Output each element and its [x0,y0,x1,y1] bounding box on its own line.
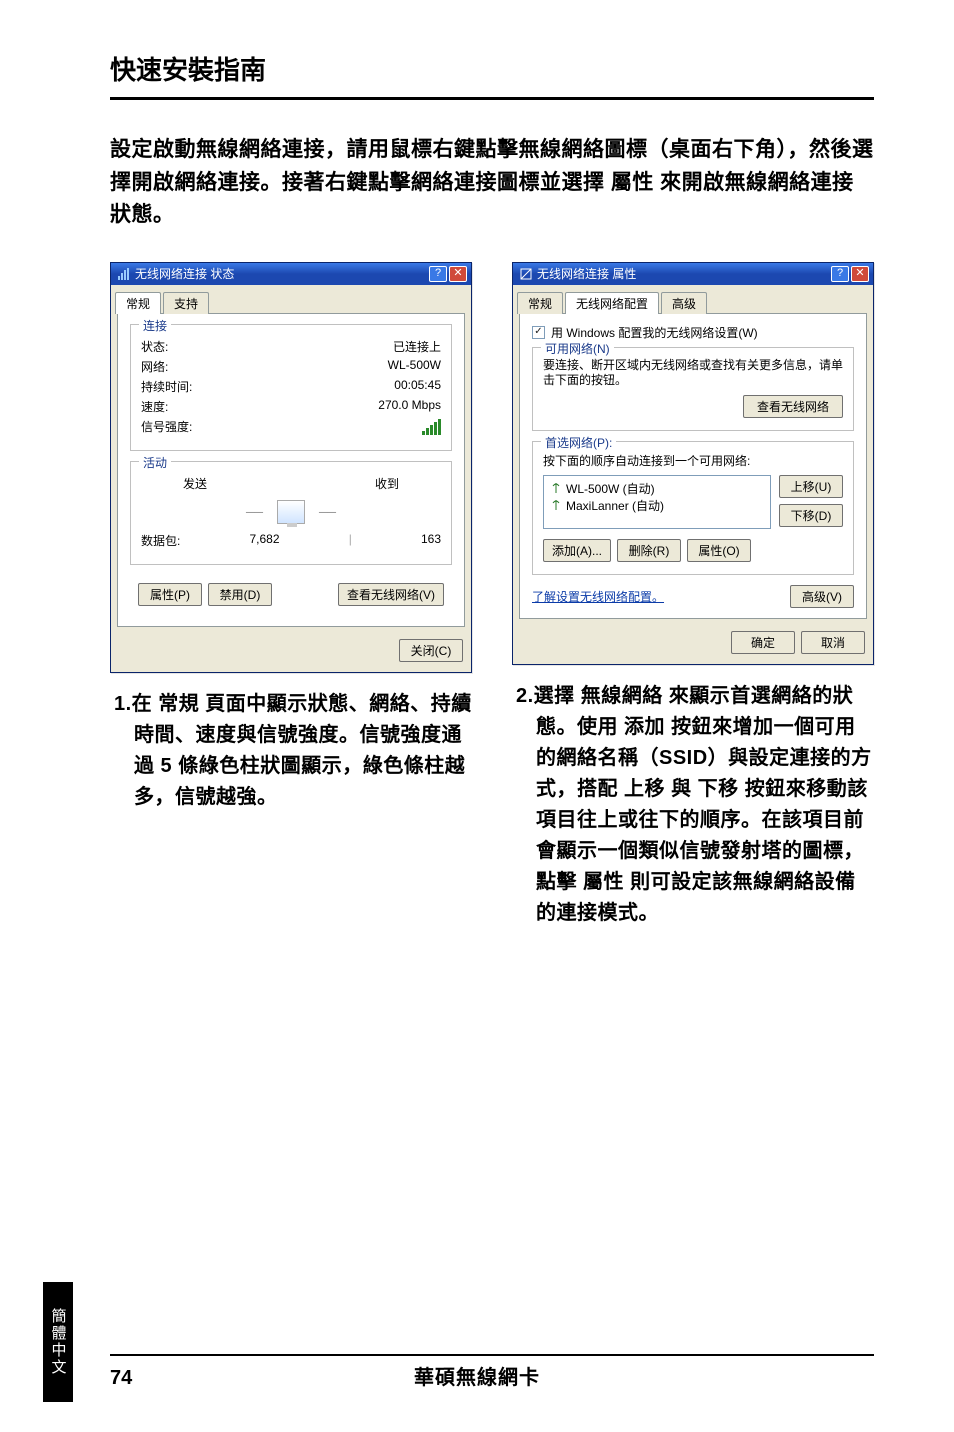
sent-arrow-icon: ── [246,505,263,519]
available-hint: 要连接、断开区域内无线网络或查找有关更多信息，请单击下面的按钮。 [543,358,843,389]
speed-value: 270.0 Mbps [378,398,441,415]
antenna-icon [550,499,562,511]
network-icon [519,267,533,281]
antenna-icon [550,482,562,494]
group-activity-title: 活动 [139,454,171,471]
intro-text: 設定啟動無線網絡連接，請用鼠標右鍵點擊無線網絡圖標（桌面右下角），然後選擇開啟網… [110,134,874,232]
signal-label: 信号强度: [141,418,192,435]
status-dialog: 无线网络连接 状态 ? ✕ 常规 支持 连接 状态:已连接上 网络:WL-500 [110,262,472,673]
tab-general[interactable]: 常规 [115,292,161,314]
close-icon[interactable]: ✕ [851,266,869,282]
left-caption: 1.在 常規 頁面中顯示狀態、網絡、持續時間、速度與信號強度。信號強度通過 5 … [130,689,472,813]
properties-button[interactable]: 属性(P) [138,583,202,606]
properties-dialog: 无线网络连接 属性 ? ✕ 常规 无线网络配置 高级 ✓ 用 Windows 配… [512,262,874,665]
tab-general[interactable]: 常规 [517,292,563,314]
speed-label: 速度: [141,398,168,415]
status-dialog-title: 无线网络连接 状态 [135,265,234,282]
group-connect-title: 连接 [139,317,171,334]
disable-button[interactable]: 禁用(D) [208,583,272,606]
list-item[interactable]: MaxiLanner (自动) [550,497,764,514]
group-available-title: 可用网络(N) [541,340,614,357]
page-title: 快速安裝指南 [110,50,874,87]
cancel-button[interactable]: 取消 [801,631,865,654]
recv-value: 163 [421,532,441,549]
move-down-button[interactable]: 下移(D) [779,504,843,527]
close-icon[interactable]: ✕ [449,266,467,282]
preferred-hint: 按下面的顺序自动连接到一个可用网络: [543,452,843,469]
sent-value: 7,682 [250,532,280,549]
add-button[interactable]: 添加(A)... [543,539,611,562]
footer-text: 華碩無線網卡 [0,1361,954,1390]
title-underline [110,97,874,100]
computer-icon [277,500,305,524]
duration-value: 00:05:45 [394,378,441,395]
help-button[interactable]: ? [831,266,849,282]
help-button[interactable]: ? [429,266,447,282]
learn-link[interactable]: 了解设置无线网络配置。 [532,588,664,605]
status-label: 状态: [141,338,168,355]
tab-wireless[interactable]: 无线网络配置 [565,292,659,314]
view-wireless-button[interactable]: 查看无线网络(V) [338,583,444,606]
network-item-2: MaxiLanner (自动) [566,497,664,514]
tab-advanced[interactable]: 高级 [661,292,707,314]
move-up-button[interactable]: 上移(U) [779,475,843,498]
use-windows-label: 用 Windows 配置我的无线网络设置(W) [551,324,758,341]
status-value: 已连接上 [393,338,441,355]
tab-support[interactable]: 支持 [163,292,209,314]
use-windows-checkbox[interactable]: ✓ [532,326,545,339]
remove-button[interactable]: 删除(R) [617,539,681,562]
list-item[interactable]: WL-500W (自动) [550,480,764,497]
ok-button[interactable]: 确定 [731,631,795,654]
packets-label: 数据包: [141,532,180,549]
right-caption: 2.選擇 無線網絡 來顯示首選網絡的狀態。使用 添加 按鈕來增加一個可用的網絡名… [532,681,874,929]
recv-arrow-icon: ── [319,505,336,519]
group-preferred-title: 首选网络(P): [541,434,616,451]
signal-strength-icon [422,418,441,435]
status-titlebar: 无线网络连接 状态 ? ✕ [111,263,471,285]
close-button[interactable]: 关闭(C) [399,639,463,662]
recv-label: 收到 [375,475,399,492]
network-label: 网络: [141,358,168,375]
network-item-1: WL-500W (自动) [566,480,655,497]
properties-dialog-title: 无线网络连接 属性 [537,265,636,282]
sent-label: 发送 [183,475,207,492]
properties-button[interactable]: 属性(O) [687,539,751,562]
view-networks-button[interactable]: 查看无线网络 [743,395,843,418]
network-value: WL-500W [388,358,441,375]
wifi-icon [117,267,131,281]
footer-divider [110,1354,874,1356]
advanced-button[interactable]: 高级(V) [790,585,854,608]
duration-label: 持续时间: [141,378,192,395]
preferred-networks-list[interactable]: WL-500W (自动) MaxiLanner (自动) [543,475,771,529]
properties-titlebar: 无线网络连接 属性 ? ✕ [513,263,873,285]
